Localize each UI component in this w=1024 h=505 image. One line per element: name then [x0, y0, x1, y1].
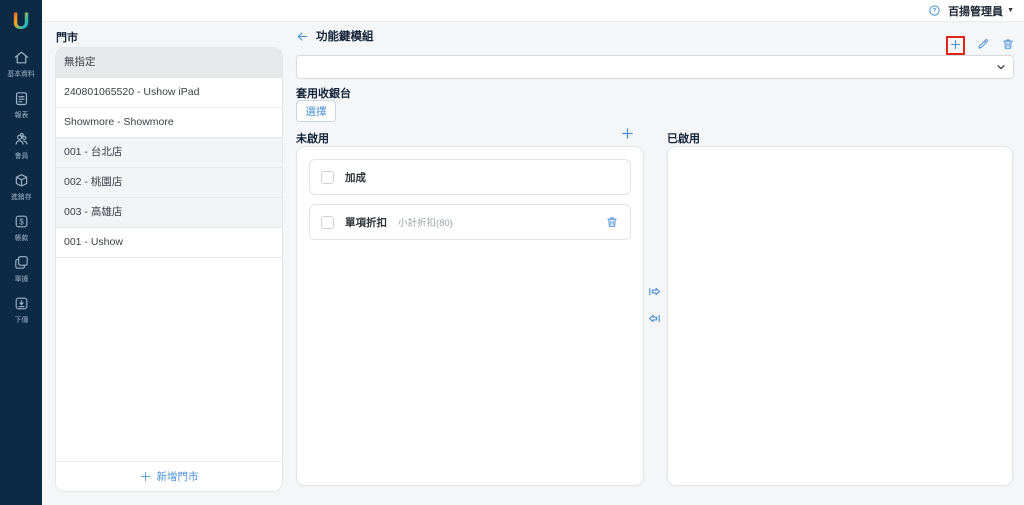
add-store-label: 新增門市 — [157, 469, 199, 484]
store-row-label: 002 - 桃園店 — [64, 176, 122, 188]
store-row[interactable]: 240801065520 - Ushow iPad — [56, 78, 282, 108]
sidebar-nav: 基本資料 報表 會員 進銷存 $ — [0, 43, 42, 330]
inactive-label: 未啟用 — [296, 130, 329, 146]
sidebar-item-label: 會員 — [14, 150, 28, 160]
sidebar-item-icon — [13, 172, 30, 189]
transfer-arrows — [647, 284, 662, 326]
store-row-label: 無指定 — [64, 56, 96, 68]
svg-text:$: $ — [19, 217, 24, 226]
back-arrow-icon[interactable] — [296, 30, 309, 43]
move-left-icon[interactable] — [647, 311, 662, 326]
stores-panel: 無指定 240801065520 - Ushow iPad Showmore -… — [55, 47, 283, 492]
sidebar-item[interactable]: $ 帳款 — [0, 207, 42, 248]
sidebar-item-label: 基本資料 — [7, 68, 35, 78]
svg-text:?: ? — [933, 9, 937, 15]
store-row[interactable]: 002 - 桃園店 — [56, 168, 282, 198]
sidebar-item-icon — [13, 131, 30, 148]
trash-icon — [1001, 37, 1015, 54]
choose-register-button[interactable]: 選擇 — [296, 100, 336, 122]
app-root: U 基本資料 報表 會員 進銷 — [0, 0, 1024, 505]
user-menu-label: 百揚管理員 — [948, 3, 1003, 19]
inactive-items: 加成 單項折扣 小計折扣(80) — [309, 159, 631, 240]
stores-list: 無指定 240801065520 - Ushow iPad Showmore -… — [56, 48, 282, 258]
sidebar-item[interactable]: 基本資料 — [0, 43, 42, 84]
apply-register-label: 套用收銀台 — [296, 85, 351, 101]
sidebar-item[interactable]: 下傳 — [0, 289, 42, 330]
help-icon[interactable]: ? — [928, 4, 941, 17]
function-key-note: 小計折扣(80) — [398, 215, 453, 229]
stores-title: 門市 — [56, 29, 78, 45]
caret-down-icon: ▼ — [1007, 7, 1014, 14]
topbar: ? 百揚管理員 ▼ — [42, 0, 1024, 22]
sidebar-item-label: 下傳 — [14, 314, 28, 324]
add-store-button[interactable]: ＋ 新增門市 — [56, 461, 282, 491]
store-row-label: Showmore - Showmore — [64, 116, 174, 128]
function-key-card[interactable]: 單項折扣 小計折扣(80) — [309, 204, 631, 240]
delete-module-button[interactable] — [1001, 37, 1015, 54]
add-function-key-icon[interactable] — [620, 126, 635, 146]
sidebar-item[interactable]: 單據 — [0, 248, 42, 289]
function-key-card[interactable]: 加成 — [309, 159, 631, 195]
sidebar-item[interactable]: 報表 — [0, 84, 42, 125]
chevron-down-icon — [996, 62, 1006, 72]
sidebar-item-icon — [13, 90, 30, 107]
store-row[interactable]: 無指定 — [56, 48, 282, 78]
store-row-label: 001 - Ushow — [64, 236, 123, 248]
store-row-label: 001 - 台北店 — [64, 146, 122, 158]
sidebar-item-label: 報表 — [14, 109, 28, 119]
sidebar-item-label: 單據 — [14, 273, 28, 283]
sidebar-item-label: 進銷存 — [11, 191, 32, 201]
ushow-logo: U — [12, 9, 29, 35]
checkbox[interactable] — [321, 216, 334, 229]
sidebar-item-icon — [13, 295, 30, 312]
store-row-label: 003 - 高雄店 — [64, 206, 122, 218]
store-row-label: 240801065520 - Ushow iPad — [64, 86, 199, 98]
edit-module-button[interactable] — [976, 37, 990, 54]
inactive-panel: 加成 單項折扣 小計折扣(80) — [296, 146, 644, 486]
plus-icon — [949, 38, 962, 54]
pencil-icon — [976, 37, 990, 54]
sidebar-item-icon — [13, 254, 30, 271]
store-row[interactable]: 001 - 台北店 — [56, 138, 282, 168]
store-row[interactable]: Showmore - Showmore — [56, 108, 282, 138]
sidebar-item-label: 帳款 — [14, 232, 28, 242]
store-row[interactable]: 003 - 高雄店 — [56, 198, 282, 228]
main-header: 功能鍵模組 — [296, 28, 374, 44]
module-select[interactable] — [296, 55, 1014, 79]
move-right-icon[interactable] — [647, 284, 662, 299]
sidebar-item[interactable]: 進銷存 — [0, 166, 42, 207]
sidebar-item-icon: $ — [13, 213, 30, 230]
sidebar: U 基本資料 報表 會員 進銷 — [0, 0, 42, 505]
active-panel — [667, 146, 1013, 486]
add-module-button[interactable] — [946, 36, 965, 55]
page-title: 功能鍵模組 — [316, 28, 374, 44]
function-key-name: 加成 — [345, 170, 366, 185]
function-key-name: 單項折扣 — [345, 215, 387, 230]
store-row[interactable]: 001 - Ushow — [56, 228, 282, 258]
checkbox[interactable] — [321, 171, 334, 184]
sidebar-item-icon — [13, 49, 30, 66]
trash-icon[interactable] — [605, 215, 619, 229]
user-menu[interactable]: 百揚管理員 ▼ — [948, 3, 1014, 19]
plus-icon: ＋ — [139, 468, 151, 485]
sidebar-item[interactable]: 會員 — [0, 125, 42, 166]
toolbar — [946, 36, 1015, 55]
active-label: 已啟用 — [667, 130, 700, 146]
